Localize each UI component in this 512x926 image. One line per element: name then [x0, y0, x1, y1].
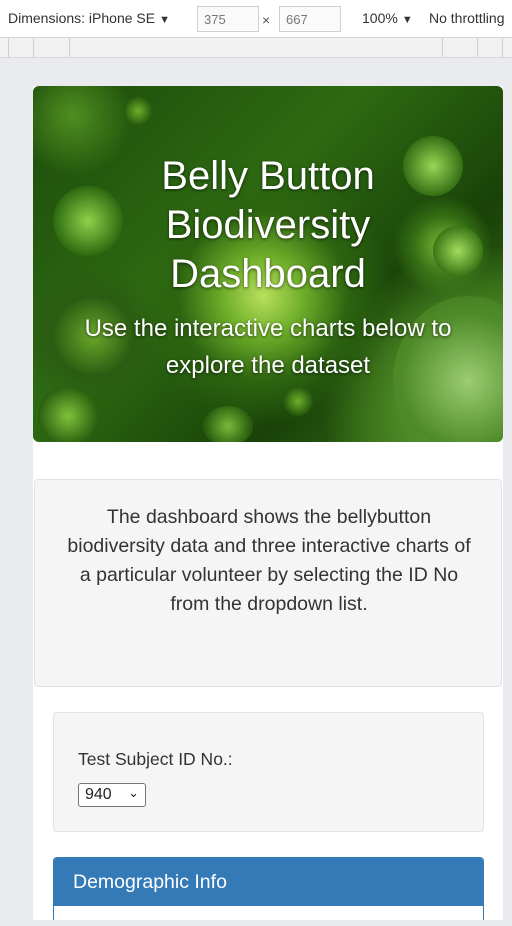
subject-id-value: 940 [85, 786, 112, 803]
viewport-height-input[interactable] [279, 6, 341, 32]
page-subtitle-line: explore the dataset [165, 352, 371, 379]
zoom-caret-icon: ▼ [401, 14, 413, 26]
ruler-segment[interactable] [502, 38, 503, 57]
page-title-line: Belly Button [161, 154, 375, 198]
description-line: biodiversity data and three interactive … [67, 535, 471, 557]
subject-selector-well: Test Subject ID No.: 940 ⌄ [53, 712, 484, 832]
description-line: The dashboard shows the bellybutton [106, 506, 432, 528]
demographic-info-panel: Demographic Info [53, 857, 484, 920]
ruler-segment[interactable] [69, 38, 70, 57]
devtools-device-toolbar: Dimensions: iPhone SE▼ × 100%▼ No thrott… [0, 0, 512, 38]
dropdown-caret-icon: ▼ [159, 14, 170, 26]
description-line: a particular volunteer by selecting the … [79, 564, 459, 586]
page-viewport: Belly Button Biodiversity Dashboard Use … [33, 86, 503, 920]
chevron-down-icon: ⌄ [128, 785, 139, 800]
subject-id-dropdown[interactable]: 940 ⌄ [78, 783, 146, 807]
ruler-segment[interactable] [8, 38, 9, 57]
page-subtitle-line: Use the interactive charts below to [84, 315, 452, 342]
description-text: The dashboard shows the bellybutton biod… [55, 503, 483, 619]
device-dropdown-label: Dimensions: iPhone SE [8, 10, 156, 26]
throttling-dropdown[interactable]: No throttling [429, 10, 504, 26]
subject-id-label: Test Subject ID No.: [78, 749, 233, 769]
page-title-line: Biodiversity [165, 203, 371, 247]
microbe-image [123, 96, 153, 126]
description-line: from the dropdown list. [170, 593, 368, 615]
viewport-width-input[interactable] [197, 6, 259, 32]
times-icon: × [262, 12, 271, 28]
device-dropdown[interactable]: Dimensions: iPhone SE ▼ [8, 10, 170, 26]
ruler-segment[interactable] [477, 38, 478, 57]
zoom-label: 100% [362, 10, 398, 26]
hero-jumbotron: Belly Button Biodiversity Dashboard Use … [33, 86, 503, 442]
page-title: Belly Button Biodiversity Dashboard [33, 152, 503, 299]
description-well: The dashboard shows the bellybutton biod… [34, 479, 502, 687]
ruler-segment[interactable] [33, 38, 34, 57]
microbe-image [203, 406, 253, 442]
media-query-ruler [0, 38, 512, 58]
microbe-image [283, 386, 313, 416]
demographic-info-heading: Demographic Info [54, 858, 483, 906]
microbe-image [38, 386, 98, 442]
page-subtitle: Use the interactive charts below to expl… [53, 310, 483, 384]
ruler-segment[interactable] [442, 38, 443, 57]
page-title-line: Dashboard [170, 252, 366, 296]
zoom-dropdown[interactable]: 100% ▼ [362, 10, 413, 26]
